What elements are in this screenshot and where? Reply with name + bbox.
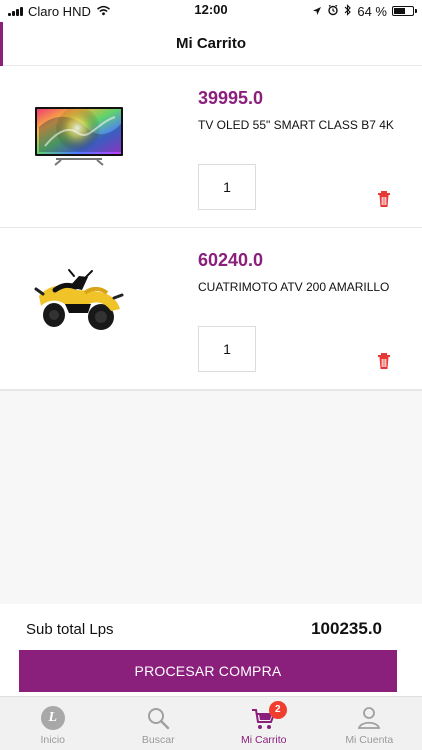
delete-item-button[interactable]	[373, 350, 395, 372]
app-header: Mi Carrito	[0, 22, 422, 66]
trash-icon	[378, 353, 390, 369]
cart-item: 39995.0 TV OLED 55" SMART CLASS B7 4K 1	[0, 66, 422, 228]
signal-icon	[8, 6, 23, 16]
status-right: 64 %	[312, 3, 417, 19]
status-left: Claro HND	[8, 4, 111, 19]
user-icon	[355, 704, 383, 732]
tab-label: Mi Cuenta	[345, 734, 394, 746]
location-icon	[312, 4, 322, 19]
tab-buscar[interactable]: Buscar	[106, 697, 212, 750]
product-price: 39995.0	[198, 88, 264, 108]
cart-empty-space	[0, 390, 422, 604]
tv-product-image	[30, 100, 128, 170]
tab-inicio[interactable]: L Inicio	[0, 697, 106, 750]
tab-label: Inicio	[40, 734, 65, 746]
cart-summary: Sub total Lps 100235.0	[0, 604, 422, 650]
status-bar: Claro HND 12:00 64 %	[0, 0, 422, 22]
process-purchase-button[interactable]: PROCESAR COMPRA	[19, 650, 397, 692]
wifi-icon	[96, 4, 111, 19]
carrier-name: Claro HND	[28, 3, 91, 19]
cart-item: 60240.0 CUATRIMOTO ATV 200 AMARILLO 1	[0, 228, 422, 390]
delete-item-button[interactable]	[373, 188, 395, 210]
atv-product-image	[30, 262, 128, 332]
alarm-icon	[327, 4, 339, 19]
subtotal-label: Sub total Lps	[26, 621, 114, 638]
cart-icon: 2	[250, 701, 287, 732]
quantity-field[interactable]: 1	[198, 326, 256, 372]
subtotal-value: 100235.0	[311, 619, 382, 638]
trash-icon	[378, 191, 390, 207]
page-title: Mi Carrito	[175, 35, 246, 52]
battery-percent: 64 %	[357, 3, 387, 19]
bluetooth-icon	[344, 3, 352, 19]
product-price: 60240.0	[198, 250, 264, 270]
tab-label: Mi Carrito	[240, 734, 287, 746]
tab-mi-cuenta[interactable]: Mi Cuenta	[317, 697, 422, 750]
mobile-cart-screen: Claro HND 12:00 64 % Mi Carrito 39995.0 …	[0, 0, 422, 750]
tab-label: Buscar	[141, 734, 175, 746]
search-icon	[144, 704, 172, 732]
tab-mi-carrito[interactable]: 2 Mi Carrito	[211, 697, 317, 750]
product-name: CUATRIMOTO ATV 200 AMARILLO	[198, 280, 390, 294]
home-logo-icon: L	[39, 704, 67, 732]
cart-count-badge: 2	[268, 701, 287, 719]
header-accent-bar	[0, 22, 3, 66]
product-name: TV OLED 55" SMART CLASS B7 4K	[198, 118, 394, 132]
quantity-field[interactable]: 1	[198, 164, 256, 210]
cart-list: 39995.0 TV OLED 55" SMART CLASS B7 4K 1	[0, 66, 422, 390]
battery-fill	[394, 8, 405, 14]
bottom-navigation: L Inicio Buscar 2 Mi Carrito Mi Cuenta	[0, 696, 422, 750]
battery-icon	[392, 6, 417, 16]
